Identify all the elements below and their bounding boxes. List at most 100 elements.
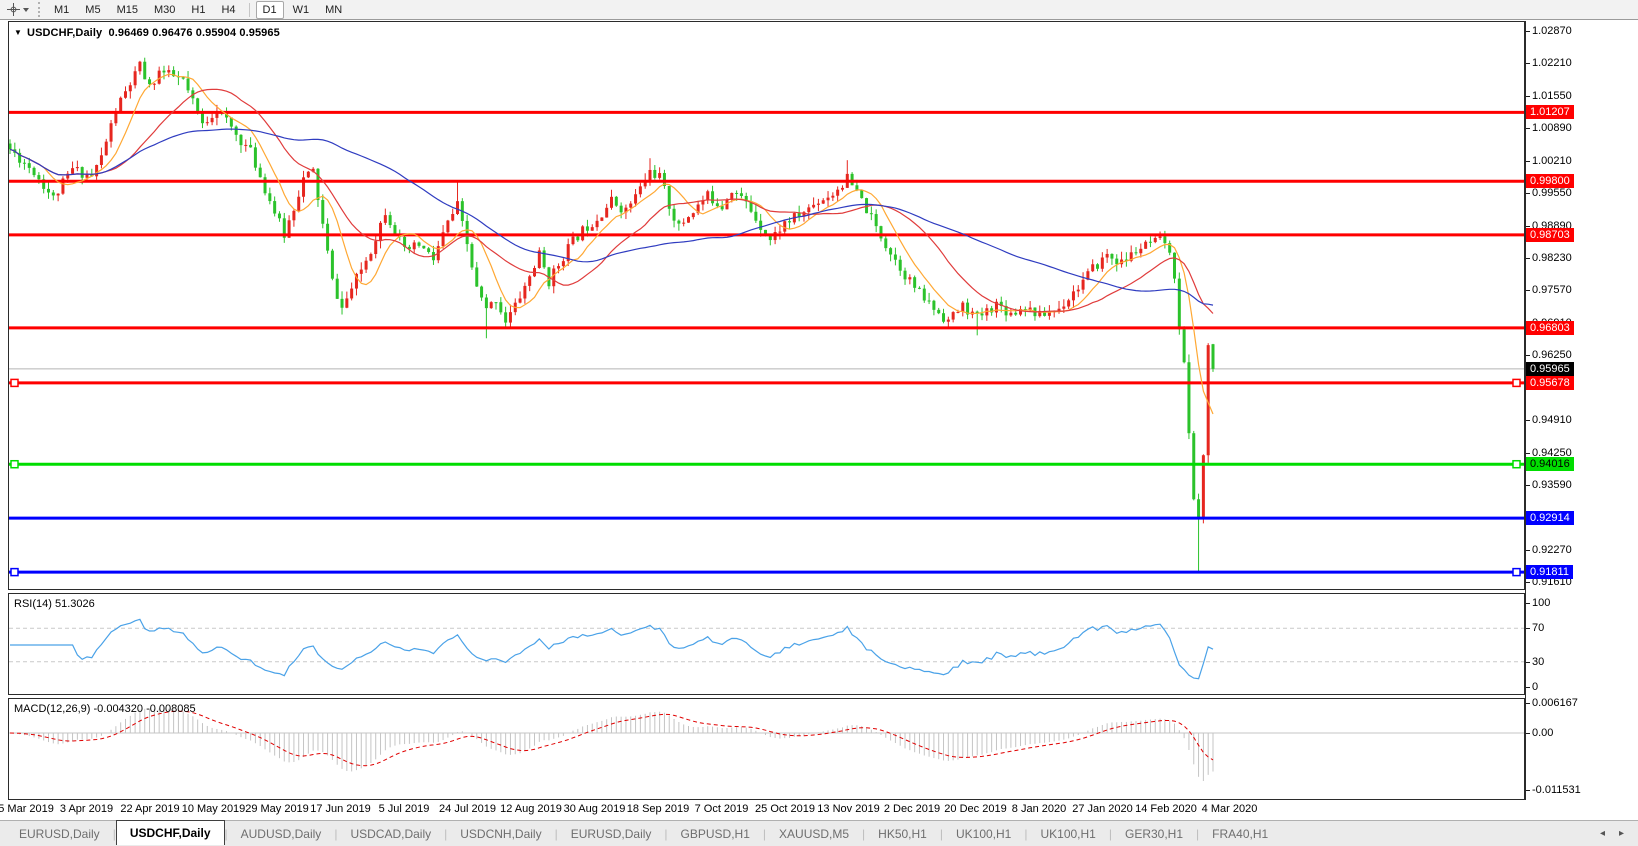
horizontal-line-0.91811[interactable] [9, 569, 1524, 576]
timeframe-button-m30[interactable]: M30 [147, 1, 182, 19]
chart-tab-audusd-daily[interactable]: AUDUSD,Daily [228, 821, 335, 846]
price-scale-tick: 1.01550 [1532, 89, 1572, 103]
date-label: 24 Jul 2019 [439, 803, 496, 815]
macd-label: MACD(12,26,9) -0.004320 -0.008085 [14, 703, 196, 715]
chevron-down-icon [23, 8, 29, 12]
rsi-scale-tick: 30 [1532, 655, 1544, 669]
price-marker-0.94016: 0.94016 [1526, 457, 1574, 471]
price-scale-tick: 0.96250 [1532, 348, 1572, 362]
rsi-label: RSI(14) 51.3026 [14, 598, 95, 610]
date-label: 17 Jun 2019 [310, 803, 371, 815]
date-label: 22 Apr 2019 [120, 803, 179, 815]
toolbar-grip[interactable] [38, 2, 40, 17]
timeframe-button-m5[interactable]: M5 [78, 1, 107, 19]
timeframe-button-d1[interactable]: D1 [256, 1, 284, 19]
price-marker-0.96803: 0.96803 [1526, 321, 1574, 335]
metatrader-window: M1M5M15M30H1H4D1W1MN ▼USDCHF,Daily 0.964… [0, 0, 1638, 846]
date-label: 8 Jan 2020 [1012, 803, 1066, 815]
candlestick-series [9, 58, 1215, 572]
chart-tab-eurusd-daily[interactable]: EURUSD,Daily [558, 821, 665, 846]
rsi-scale-tick: 100 [1532, 596, 1550, 610]
date-label: 7 Oct 2019 [695, 803, 749, 815]
price-scale-tick: 1.02870 [1532, 24, 1572, 38]
price-scale-tick: 0.97570 [1532, 283, 1572, 297]
horizontal-line-0.95678[interactable] [9, 379, 1524, 386]
chart-tab-fra40-h1[interactable]: FRA40,H1 [1199, 821, 1281, 846]
rsi-pane-border [9, 594, 1525, 695]
chart-tab-ger30-h1[interactable]: GER30,H1 [1112, 821, 1196, 846]
date-label: 13 Nov 2019 [817, 803, 879, 815]
crosshair-tool-button[interactable] [0, 0, 36, 19]
macd-indicator-pane[interactable] [8, 698, 1525, 800]
chart-tab-usdcad-daily[interactable]: USDCAD,Daily [337, 821, 444, 846]
timeframe-button-m15[interactable]: M15 [110, 1, 145, 19]
line-handle[interactable] [1513, 569, 1520, 576]
timeframe-buttons: M1M5M15M30H1H4 D1W1MN [46, 0, 350, 19]
price-chart-pane[interactable] [8, 21, 1525, 590]
date-axis: 15 Mar 20193 Apr 201922 Apr 201910 May 2… [0, 800, 1525, 818]
timeframe-button-h4[interactable]: H4 [214, 1, 242, 19]
date-label: 15 Mar 2019 [0, 803, 54, 815]
main-pane-border [9, 22, 1525, 590]
line-handle[interactable] [1513, 379, 1520, 386]
price-marker-0.98703: 0.98703 [1526, 228, 1574, 242]
chart-tab-uk100-h1[interactable]: UK100,H1 [1027, 821, 1108, 846]
date-label: 29 May 2019 [245, 803, 309, 815]
date-label: 14 Feb 2020 [1135, 803, 1197, 815]
chart-title: ▼USDCHF,Daily 0.96469 0.96476 0.95904 0.… [14, 27, 280, 39]
timeframe-button-w1[interactable]: W1 [286, 1, 317, 19]
timeframe-toolbar: M1M5M15M30H1H4 D1W1MN [0, 0, 1638, 20]
tab-scroll-buttons: ◂▸ [1586, 821, 1638, 846]
price-scale-tick: 1.00210 [1532, 154, 1572, 168]
price-marker-0.92914: 0.92914 [1526, 511, 1574, 525]
price-marker-0.99800: 0.99800 [1526, 174, 1574, 188]
rsi-name: RSI(14) [14, 598, 52, 610]
line-handle[interactable] [11, 461, 18, 468]
price-scale-axis-line [1525, 21, 1526, 800]
chart-tab-usdcnh-daily[interactable]: USDCNH,Daily [447, 821, 554, 846]
chart-tab-uk100-h1[interactable]: UK100,H1 [943, 821, 1024, 846]
macd-scale-tick: 0.00 [1532, 726, 1553, 740]
ma-55-line [10, 129, 1213, 305]
line-handle[interactable] [11, 569, 18, 576]
price-marker-0.91811: 0.91811 [1526, 565, 1573, 579]
chart-tab-eurusd-daily[interactable]: EURUSD,Daily [6, 821, 113, 846]
tab-scroll-left-icon[interactable]: ◂ [1600, 828, 1605, 839]
chart-ohlc-values: 0.96469 0.96476 0.95904 0.95965 [109, 27, 280, 39]
chart-tab-usdchf-daily[interactable]: USDCHF,Daily [116, 820, 225, 845]
price-marker-0.95965: 0.95965 [1526, 362, 1574, 376]
macd-histogram [10, 709, 1213, 781]
price-scale-tick: 1.00890 [1532, 121, 1572, 135]
line-handle[interactable] [1513, 461, 1520, 468]
chart-menu-arrow-icon[interactable]: ▼ [14, 28, 22, 37]
chart-tab-xauusd-m5[interactable]: XAUUSD,M5 [766, 821, 862, 846]
chart-tab-gbpusd-h1[interactable]: GBPUSD,H1 [668, 821, 763, 846]
rsi-scale-tick: 0 [1532, 680, 1538, 694]
macd-scale-tick: 0.006167 [1532, 696, 1578, 710]
chart-tab-hk50-h1[interactable]: HK50,H1 [865, 821, 940, 846]
chart-tabs-bar: EURUSD,Daily|USDCHF,Daily|AUDUSD,Daily|U… [0, 820, 1638, 846]
timeframe-button-mn[interactable]: MN [318, 1, 349, 19]
date-label: 30 Aug 2019 [564, 803, 626, 815]
date-label: 20 Dec 2019 [944, 803, 1006, 815]
toolbar-separator [249, 3, 250, 17]
line-handle[interactable] [11, 379, 18, 386]
date-label: 5 Jul 2019 [379, 803, 430, 815]
macd-pane-border [9, 699, 1525, 800]
macd-values: -0.004320 -0.008085 [93, 703, 195, 715]
price-scale-tick: 1.02210 [1532, 56, 1572, 70]
price-scale-tick: 0.94910 [1532, 413, 1572, 427]
rsi-scale-tick: 70 [1532, 621, 1544, 635]
rsi-indicator-pane[interactable] [8, 593, 1525, 695]
horizontal-line-0.94016[interactable] [9, 461, 1524, 468]
price-scale-tick: 0.93590 [1532, 478, 1572, 492]
crosshair-icon [7, 3, 20, 16]
chart-window: ▼USDCHF,Daily 0.96469 0.96476 0.95904 0.… [0, 20, 1638, 820]
macd-scale-tick: -0.011531 [1532, 783, 1581, 797]
timeframe-button-h1[interactable]: H1 [184, 1, 212, 19]
tab-scroll-right-icon[interactable]: ▸ [1619, 828, 1624, 839]
price-marker-0.95678: 0.95678 [1526, 376, 1574, 390]
date-label: 2 Dec 2019 [884, 803, 940, 815]
timeframe-button-m1[interactable]: M1 [47, 1, 76, 19]
date-label: 12 Aug 2019 [500, 803, 562, 815]
